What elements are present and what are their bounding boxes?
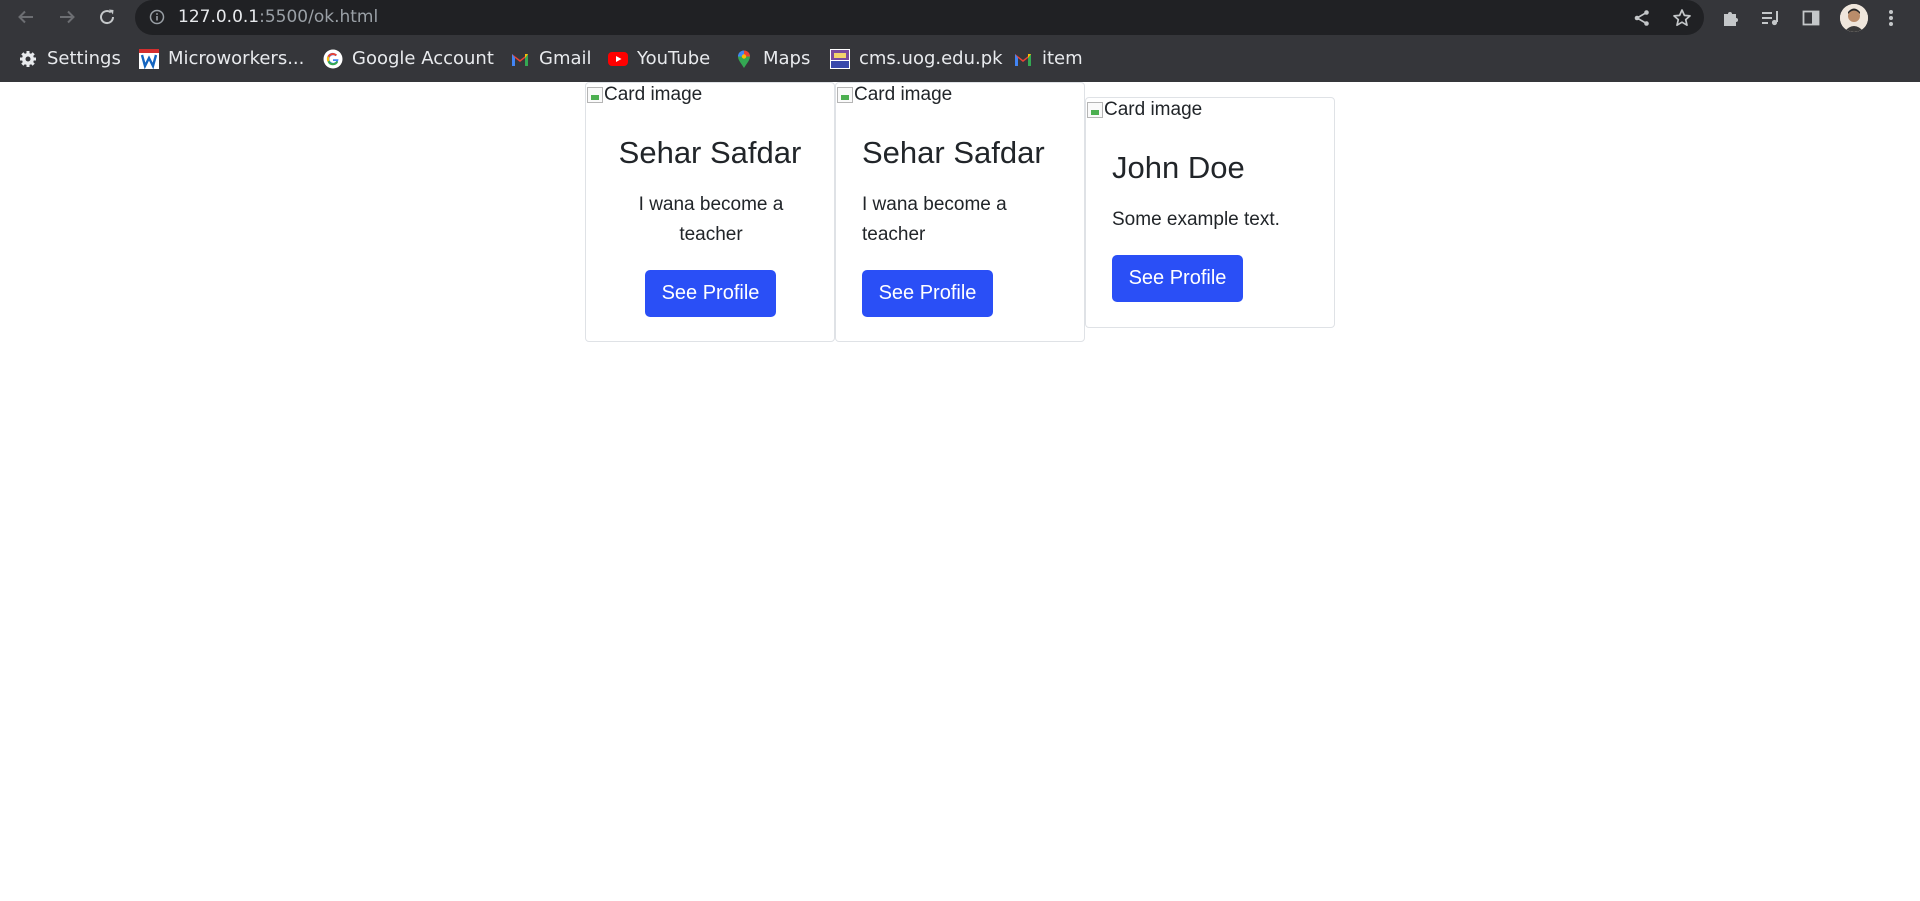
card-text: Some example text. (1112, 209, 1280, 230)
reload-icon (100, 9, 115, 25)
share-icon[interactable] (1630, 6, 1654, 30)
card-text: I wana become a teacher (638, 194, 784, 245)
bookmark-label: Microworkers... (168, 48, 305, 69)
gear-icon (18, 49, 38, 69)
bookmark-maps[interactable]: Maps (734, 35, 810, 82)
url-text[interactable]: 127.0.0.1:5500/ok.html (178, 0, 378, 35)
bookmark-label: Gmail (539, 48, 592, 69)
bookmark-microworkers[interactable]: Microworkers... (139, 35, 304, 82)
youtube-icon (608, 49, 628, 69)
bookmark-youtube[interactable]: YouTube (608, 35, 710, 82)
side-panel-icon[interactable] (1798, 5, 1824, 31)
bookmark-gmail[interactable]: Gmail (510, 35, 592, 82)
uog-icon (830, 48, 850, 69)
reload-button[interactable] (94, 4, 120, 30)
browser-toolbar: 127.0.0.1:5500/ok.html (0, 0, 1920, 35)
gmail-icon (510, 49, 530, 69)
bookmark-label: Google Account (352, 48, 494, 69)
card-title: John Doe (1112, 150, 1245, 185)
microworkers-icon (139, 48, 159, 69)
bookmark-item[interactable]: item (1013, 35, 1083, 82)
card-title: Sehar Safdar (618, 135, 802, 170)
bookmark-label: Maps (763, 48, 811, 69)
bookmark-label: YouTube (637, 48, 711, 69)
bookmark-google-account[interactable]: Google Account (323, 35, 494, 82)
profile-card: Card image Sehar Safdar I wana become a … (835, 82, 1085, 342)
profile-card: Card image John Doe Some example text. S… (1085, 97, 1335, 328)
browser-menu-icon[interactable] (1878, 5, 1904, 31)
card-text: I wana become a teacher (862, 194, 1007, 245)
site-info-icon[interactable] (149, 9, 165, 25)
gmail-icon (1013, 49, 1033, 69)
card-image: Card image (837, 83, 952, 107)
bookmark-settings[interactable]: Settings (18, 35, 121, 82)
card-image-alt: Card image (604, 84, 703, 105)
card-image-alt: Card image (1104, 99, 1203, 120)
avatar-icon (1840, 4, 1868, 32)
bookmark-star-icon[interactable] (1670, 6, 1694, 30)
bookmark-cms-uog[interactable]: cms.uog.edu.pk (830, 35, 1003, 82)
card-image: Card image (587, 83, 702, 107)
profile-card: Card image Sehar Safdar I wana become a … (585, 82, 835, 342)
google-icon (323, 49, 343, 69)
broken-image-icon (837, 87, 853, 103)
bookmark-label: cms.uog.edu.pk (859, 48, 1003, 69)
see-profile-button[interactable]: See Profile (862, 270, 993, 317)
forward-button[interactable] (54, 4, 80, 30)
card-image: Card image (1087, 98, 1202, 122)
back-button[interactable] (13, 4, 39, 30)
media-queue-icon[interactable] (1758, 5, 1784, 31)
see-profile-button[interactable]: See Profile (1112, 255, 1243, 302)
see-profile-button[interactable]: See Profile (645, 270, 776, 317)
url-host: 127.0.0.1 (178, 7, 260, 27)
forward-arrow-icon (60, 10, 75, 24)
broken-image-icon (587, 87, 603, 103)
profile-avatar[interactable] (1840, 4, 1868, 32)
broken-image-icon (1087, 102, 1103, 118)
back-arrow-icon (18, 10, 33, 24)
url-path: :5500/ok.html (259, 7, 379, 27)
extensions-puzzle-icon[interactable] (1718, 5, 1744, 31)
card-image-alt: Card image (854, 84, 953, 105)
card-title: Sehar Safdar (862, 135, 1045, 170)
address-bar[interactable]: 127.0.0.1:5500/ok.html (135, 0, 1704, 35)
bookmarks-bar: Settings Microworkers... Google Account (0, 35, 1920, 82)
bookmark-label: Settings (47, 48, 121, 69)
bookmark-label: item (1042, 48, 1083, 69)
maps-icon (734, 49, 754, 69)
